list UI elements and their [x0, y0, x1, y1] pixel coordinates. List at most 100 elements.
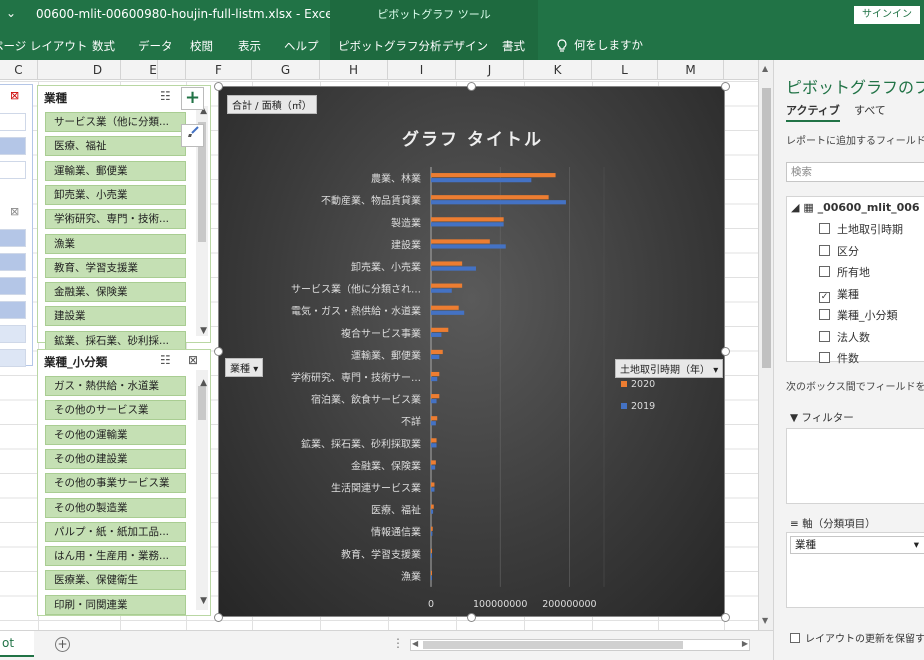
add-sheet-button[interactable]: + [55, 637, 70, 652]
column-header[interactable]: M [658, 60, 724, 80]
slicer-item[interactable]: その他の事業サービス業 [45, 473, 186, 494]
scroll-thumb[interactable] [762, 88, 771, 368]
slicer-item[interactable]: その他の建設業 [45, 448, 186, 469]
slicer-item[interactable] [0, 161, 26, 179]
slicer-item[interactable] [0, 349, 26, 367]
resize-handle[interactable] [214, 82, 223, 91]
horizontal-scrollbar[interactable]: ◀ ▶ [410, 639, 750, 651]
field-search-input[interactable]: 検索 [786, 162, 924, 182]
multi-select-icon[interactable]: ☷ [160, 89, 171, 103]
resize-handle[interactable] [721, 613, 730, 622]
collapse-icon[interactable]: ◢ [791, 201, 799, 214]
resize-handle[interactable] [467, 613, 476, 622]
slicer-industry-subclass[interactable]: 業種_小分類 ☷ ⊠ ▲ ▼ ガス・熱供給・水道業 その他のサービス業 その他の運輸… [37, 349, 211, 616]
table-node[interactable]: ◢ ▦ _00600_mlit_006 [791, 201, 920, 214]
column-header[interactable]: L [592, 60, 658, 80]
slicer-item[interactable]: 医療、福祉 [45, 136, 186, 157]
filter-drop-area[interactable] [786, 428, 924, 504]
field-checkbox[interactable] [819, 266, 830, 277]
field-item[interactable]: 業種_小分類 [819, 307, 898, 323]
slicer-item[interactable]: パルプ・紙・紙加工品... [45, 521, 186, 542]
legend-entry-2019[interactable]: 2019 [621, 401, 655, 412]
tab-formulas[interactable]: 数式 [92, 38, 115, 54]
field-item[interactable]: 件数 [819, 350, 859, 366]
field-checkbox[interactable] [819, 352, 830, 363]
slicer-item[interactable]: 鉱業、採石業、砂利採... [45, 330, 186, 351]
tab-help[interactable]: ヘルプ [284, 38, 319, 54]
tab-splitter-icon[interactable]: ⋮ [392, 636, 404, 650]
column-header[interactable]: E [120, 60, 186, 80]
tab-all[interactable]: すべて [854, 102, 886, 118]
scroll-down-icon[interactable]: ▼ [762, 616, 768, 625]
tab-format[interactable]: 書式 [502, 38, 525, 54]
slicer-item[interactable] [0, 113, 26, 131]
slicer-scrollbar[interactable] [196, 370, 208, 610]
slicer-item[interactable]: ガス・熱供給・水道業 [45, 376, 186, 396]
field-checkbox[interactable] [819, 223, 830, 234]
chart-styles-button[interactable] [181, 124, 204, 147]
slicer-item[interactable]: 医療業、保健衛生 [45, 570, 186, 591]
tab-data[interactable]: データ [138, 38, 173, 54]
slicer-item[interactable]: 卸売業、小売業 [45, 184, 186, 205]
scroll-up-icon[interactable]: ▲ [200, 378, 207, 388]
resize-handle[interactable] [467, 82, 476, 91]
tab-active[interactable]: アクティブ [786, 102, 840, 122]
field-checkbox[interactable]: ✓ [819, 291, 830, 303]
pivot-chart[interactable]: 合計 / 面積（㎡） グラフ タイトル 農業、林業 不動産業、物品賃貸業 製造業 建設… [218, 86, 725, 617]
slicer-item[interactable]: サービス業（他に分類... [45, 112, 186, 132]
chart-elements-button[interactable]: + [181, 87, 204, 110]
tab-page-layout[interactable]: ページ レイアウト [0, 38, 87, 54]
tab-view[interactable]: 表示 [238, 38, 261, 54]
vertical-scrollbar[interactable]: ▲ ▼ [758, 60, 773, 630]
slicer-item[interactable] [0, 137, 26, 155]
tell-me-box[interactable]: 何をしますか [556, 37, 643, 53]
resize-handle[interactable] [214, 347, 223, 356]
legend-entry-2020[interactable]: 2020 [621, 379, 655, 390]
slicer-item[interactable]: 金融業、保険業 [45, 282, 186, 303]
sheet-tab[interactable]: ot [0, 631, 34, 657]
tab-pivotchart-analyze[interactable]: ピボットグラフ分析 [338, 38, 442, 54]
column-header[interactable]: G [252, 60, 320, 80]
slicer-item[interactable]: 運輸業、郵便業 [45, 160, 186, 181]
scroll-up-icon[interactable]: ▲ [762, 64, 768, 73]
column-header[interactable]: I [388, 60, 456, 80]
axis-field-item[interactable]: 業種 ▾ [790, 536, 924, 554]
resize-handle[interactable] [721, 347, 730, 356]
multi-select-icon[interactable]: ☷ [160, 353, 171, 367]
field-checkbox[interactable] [819, 330, 830, 342]
slicer-item[interactable]: 漁業 [45, 233, 186, 254]
slicer-item[interactable]: 学術研究、専門・技術... [45, 209, 186, 230]
scroll-down-icon[interactable]: ▼ [200, 596, 207, 606]
field-checkbox[interactable] [819, 244, 830, 256]
slicer-item[interactable]: その他のサービス業 [45, 400, 186, 421]
slicer-item[interactable] [0, 325, 26, 343]
resize-handle[interactable] [721, 82, 730, 91]
quick-access-dropdown-icon[interactable]: ⌄ [6, 6, 16, 20]
slicer-item[interactable]: 印刷・同関連業 [45, 594, 186, 615]
column-header[interactable]: C [0, 60, 38, 80]
column-header[interactable]: F [186, 60, 252, 80]
clear-filter-icon[interactable]: ⊠ [10, 89, 19, 102]
slicer-item[interactable]: 教育、学習支援業 [45, 257, 186, 278]
column-header[interactable]: H [320, 60, 388, 80]
scroll-left-icon[interactable]: ◀ [412, 639, 418, 648]
scroll-down-icon[interactable]: ▼ [200, 326, 207, 336]
slicer-item[interactable] [0, 301, 26, 319]
field-item[interactable]: ✓ 業種 [819, 286, 859, 303]
defer-update-checkbox[interactable]: レイアウトの更新を保留す [790, 630, 924, 645]
clear-filter-icon[interactable]: ⊠ [188, 353, 198, 367]
slicer-item[interactable]: その他の運輸業 [45, 424, 186, 445]
resize-handle[interactable] [214, 613, 223, 622]
column-header[interactable]: J [456, 60, 524, 80]
tab-review[interactable]: 校閲 [190, 38, 213, 54]
tab-design[interactable]: デザイン [442, 38, 488, 54]
slicer-item[interactable]: その他の製造業 [45, 497, 186, 518]
slicer-item[interactable] [0, 253, 26, 271]
clear-filter-icon[interactable]: ⊠ [10, 205, 19, 218]
signin-button[interactable]: サインイン [854, 6, 920, 24]
axis-field-button[interactable]: 業種 ▾ [225, 358, 264, 377]
slicer-item[interactable] [0, 229, 26, 247]
field-checkbox[interactable] [819, 309, 830, 320]
slicer-item[interactable]: 建設業 [45, 306, 186, 327]
field-item[interactable]: 区分 [819, 243, 859, 259]
